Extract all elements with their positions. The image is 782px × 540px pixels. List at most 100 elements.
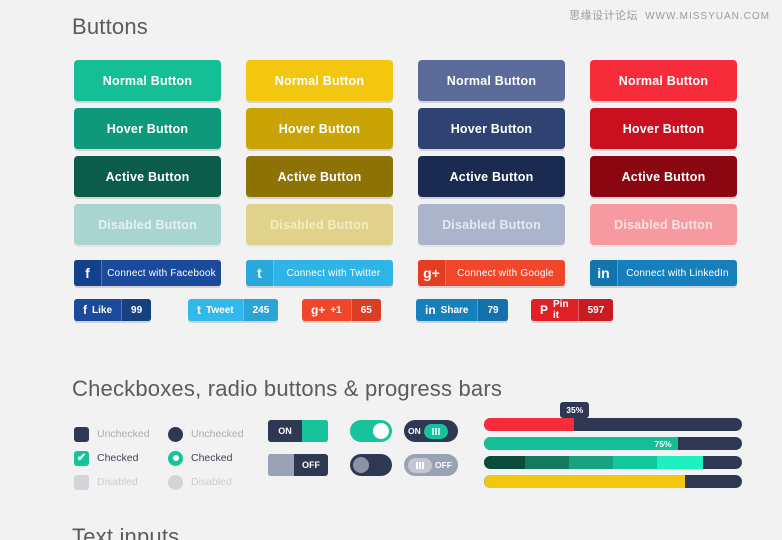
button-navy-active[interactable]: Active Button bbox=[418, 156, 565, 197]
toggle-pill-on-knob[interactable] bbox=[373, 423, 389, 439]
share-twitter-button[interactable]: t Tweet 245 bbox=[188, 299, 279, 321]
pinterest-icon: P bbox=[540, 303, 549, 317]
twitter-icon: t bbox=[246, 260, 274, 286]
checkbox-row-checked[interactable]: ✔ Checked bbox=[74, 446, 150, 470]
button-red-active[interactable]: Active Button bbox=[590, 156, 737, 197]
button-yellow-active[interactable]: Active Button bbox=[246, 156, 393, 197]
page-title-text-inputs: Text inputs bbox=[72, 528, 179, 540]
google-icon: g+ bbox=[418, 260, 446, 286]
button-navy-disabled: Disabled Button bbox=[418, 204, 565, 245]
toggle-group-square: ON OFF bbox=[268, 420, 328, 488]
button-column-teal: Normal Button Hover Button Active Button Di… bbox=[74, 60, 221, 252]
share-pinterest-button[interactable]: P Pin it 597 bbox=[531, 299, 614, 321]
toggle-labeled-on[interactable]: ON bbox=[404, 420, 458, 442]
cut-off-heading-clip: Text inputs bbox=[0, 528, 782, 540]
toggle-labeled-off[interactable]: OFF bbox=[404, 454, 458, 476]
progress-tooltip-red-35: 35% bbox=[560, 402, 590, 422]
button-yellow-hover[interactable]: Hover Button bbox=[246, 108, 393, 149]
share-twitter-main[interactable]: t Tweet bbox=[188, 299, 243, 321]
share-pinterest-main[interactable]: P Pin it bbox=[531, 299, 578, 321]
toggle-pill-off-knob[interactable] bbox=[353, 457, 369, 473]
connect-google-button[interactable]: g+ Connect with Google bbox=[418, 260, 565, 286]
linkedin-icon: in bbox=[590, 260, 618, 286]
share-google-button[interactable]: g+ +1 65 bbox=[302, 299, 381, 321]
radio-checked-icon[interactable] bbox=[168, 450, 183, 466]
radio-unchecked-icon[interactable] bbox=[168, 426, 183, 442]
button-yellow-normal[interactable]: Normal Button bbox=[246, 60, 393, 101]
connect-twitter-label: Connect with Twitter bbox=[286, 267, 381, 279]
connect-linkedin-label: Connect with LinkedIn bbox=[626, 267, 729, 279]
toggle-square-off-knob[interactable] bbox=[268, 454, 294, 476]
button-navy-normal[interactable]: Normal Button bbox=[418, 60, 565, 101]
toggle-pill-off-wrap bbox=[350, 454, 392, 476]
toggle-square-off-label: OFF bbox=[302, 460, 320, 470]
toggle-labeled-on-label: ON bbox=[408, 426, 421, 436]
twitter-icon: t bbox=[197, 303, 201, 317]
share-linkedin-main[interactable]: in Share bbox=[416, 299, 477, 321]
button-teal-active[interactable]: Active Button bbox=[74, 156, 221, 197]
share-linkedin-label: Share bbox=[440, 304, 469, 316]
toggle-pill-off[interactable] bbox=[350, 454, 392, 476]
checkbox-group: Unchecked ✔ Checked Disabled bbox=[74, 422, 150, 494]
progress-segment-4 bbox=[612, 456, 657, 469]
share-facebook-main[interactable]: f Like bbox=[74, 299, 121, 321]
page-title-buttons: Buttons bbox=[72, 14, 149, 39]
progress-bar-group: 35% 75% bbox=[484, 402, 742, 494]
button-teal-normal[interactable]: Normal Button bbox=[74, 60, 221, 101]
radio-group: Unchecked Checked Disabled bbox=[168, 422, 244, 494]
toggle-square-on[interactable]: ON bbox=[268, 420, 328, 442]
watermark: 思缘设计论坛 WWW.MISSYUAN.COM bbox=[569, 7, 770, 23]
button-teal-hover[interactable]: Hover Button bbox=[74, 108, 221, 149]
progress-bar-yellow-78[interactable] bbox=[484, 475, 742, 488]
progress-segment-5 bbox=[656, 456, 704, 469]
radio-row-checked[interactable]: Checked bbox=[168, 446, 244, 470]
checkbox-checked-icon[interactable]: ✔ bbox=[74, 450, 89, 466]
checkbox-disabled-icon bbox=[74, 474, 89, 490]
radio-row-unchecked[interactable]: Unchecked bbox=[168, 422, 244, 446]
progress-segment-2 bbox=[525, 456, 570, 469]
toggle-labeled-off-knob[interactable] bbox=[408, 457, 432, 473]
button-red-disabled: Disabled Button bbox=[590, 204, 737, 245]
toggle-group-pill bbox=[350, 420, 392, 488]
facebook-icon: f bbox=[83, 303, 87, 317]
button-red-normal[interactable]: Normal Button bbox=[590, 60, 737, 101]
button-red-hover[interactable]: Hover Button bbox=[590, 108, 737, 149]
button-navy-hover[interactable]: Hover Button bbox=[418, 108, 565, 149]
share-twitter-label: Tweet bbox=[206, 304, 234, 316]
toggle-pill-on-wrap bbox=[350, 420, 392, 442]
radio-dot-icon bbox=[172, 455, 179, 461]
toggle-square-off[interactable]: OFF bbox=[268, 454, 328, 476]
watermark-cn: 思缘设计论坛 bbox=[569, 10, 639, 22]
share-linkedin-button[interactable]: in Share 79 bbox=[416, 299, 508, 321]
connect-facebook-button[interactable]: f Connect with Facebook bbox=[74, 260, 221, 286]
page-title-checkboxes: Checkboxes, radio buttons & progress bar… bbox=[72, 376, 503, 401]
progress-bar-red-35[interactable] bbox=[484, 418, 742, 431]
radio-label-unchecked: Unchecked bbox=[191, 428, 244, 440]
share-google-count: 65 bbox=[350, 299, 381, 321]
linkedin-icon: in bbox=[425, 303, 436, 317]
toggle-labeled-on-knob[interactable] bbox=[423, 423, 448, 439]
toggle-pill-on[interactable] bbox=[350, 420, 392, 442]
button-column-red: Normal Button Hover Button Active Button Di… bbox=[590, 60, 737, 252]
share-google-main[interactable]: g+ +1 bbox=[302, 299, 351, 321]
share-facebook-button[interactable]: f Like 99 bbox=[74, 299, 152, 321]
checkbox-row-unchecked[interactable]: Unchecked bbox=[74, 422, 150, 446]
connect-linkedin-button[interactable]: in Connect with LinkedIn bbox=[590, 260, 737, 286]
connect-twitter-button[interactable]: t Connect with Twitter bbox=[246, 260, 393, 286]
toggle-labeled-off-label: OFF bbox=[435, 460, 452, 470]
progress-fill-teal-75: 75% bbox=[484, 437, 678, 450]
share-pinterest-label: Pin it bbox=[553, 299, 569, 321]
toggle-square-on-wrap: ON bbox=[268, 420, 328, 442]
checkbox-label-disabled: Disabled bbox=[97, 476, 138, 488]
toggle-labeled-off-wrap: OFF bbox=[404, 454, 458, 476]
progress-bar-segmented[interactable] bbox=[484, 456, 742, 469]
toggle-square-on-knob[interactable] bbox=[302, 420, 328, 442]
progress-bar-teal-75[interactable]: 75% bbox=[484, 437, 742, 450]
progress-segments bbox=[484, 456, 742, 469]
radio-label-disabled: Disabled bbox=[191, 476, 232, 488]
share-pinterest-count: 597 bbox=[577, 299, 614, 321]
checkbox-unchecked-icon[interactable] bbox=[74, 426, 89, 442]
connect-google-label: Connect with Google bbox=[457, 267, 554, 279]
progress-value-teal-75: 75% bbox=[654, 438, 672, 449]
radio-label-checked: Checked bbox=[191, 452, 233, 464]
